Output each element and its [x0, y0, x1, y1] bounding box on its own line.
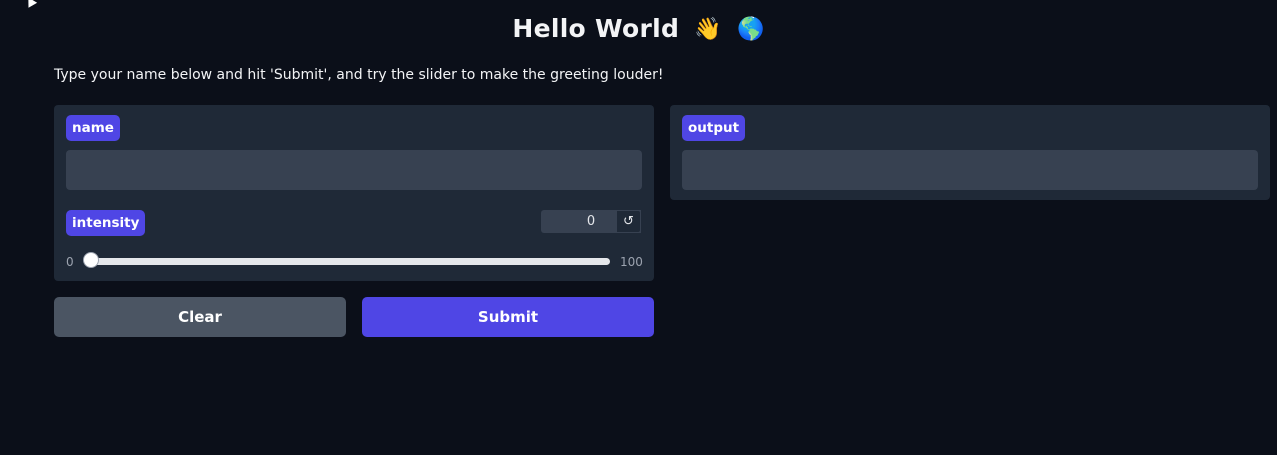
- reset-icon[interactable]: ↺: [616, 210, 641, 233]
- mouse-cursor: [24, 0, 38, 8]
- slider-min-label: 0: [66, 255, 74, 269]
- page-title: Hello World 👋 🌎: [0, 14, 1277, 43]
- output-textbox[interactable]: [682, 150, 1258, 190]
- description-text: Type your name below and hit 'Submit', a…: [54, 67, 664, 83]
- clear-button[interactable]: Clear: [54, 297, 346, 337]
- slider-max-label: 100: [620, 255, 643, 269]
- name-input[interactable]: [66, 150, 642, 190]
- intensity-label: intensity: [66, 210, 146, 236]
- page-title-text: Hello World: [512, 14, 680, 43]
- output-label: output: [682, 115, 746, 141]
- globe-emoji-icon: 🌎: [736, 17, 765, 42]
- intensity-slider-thumb[interactable]: [83, 252, 99, 268]
- intensity-slider-track[interactable]: [87, 258, 610, 265]
- name-label: name: [66, 115, 120, 141]
- output-panel: output: [670, 105, 1270, 200]
- wave-emoji-icon: 👋: [694, 17, 722, 42]
- input-panel: name intensity 0 ↺ 0 100: [54, 105, 654, 281]
- submit-button[interactable]: Submit: [362, 297, 654, 337]
